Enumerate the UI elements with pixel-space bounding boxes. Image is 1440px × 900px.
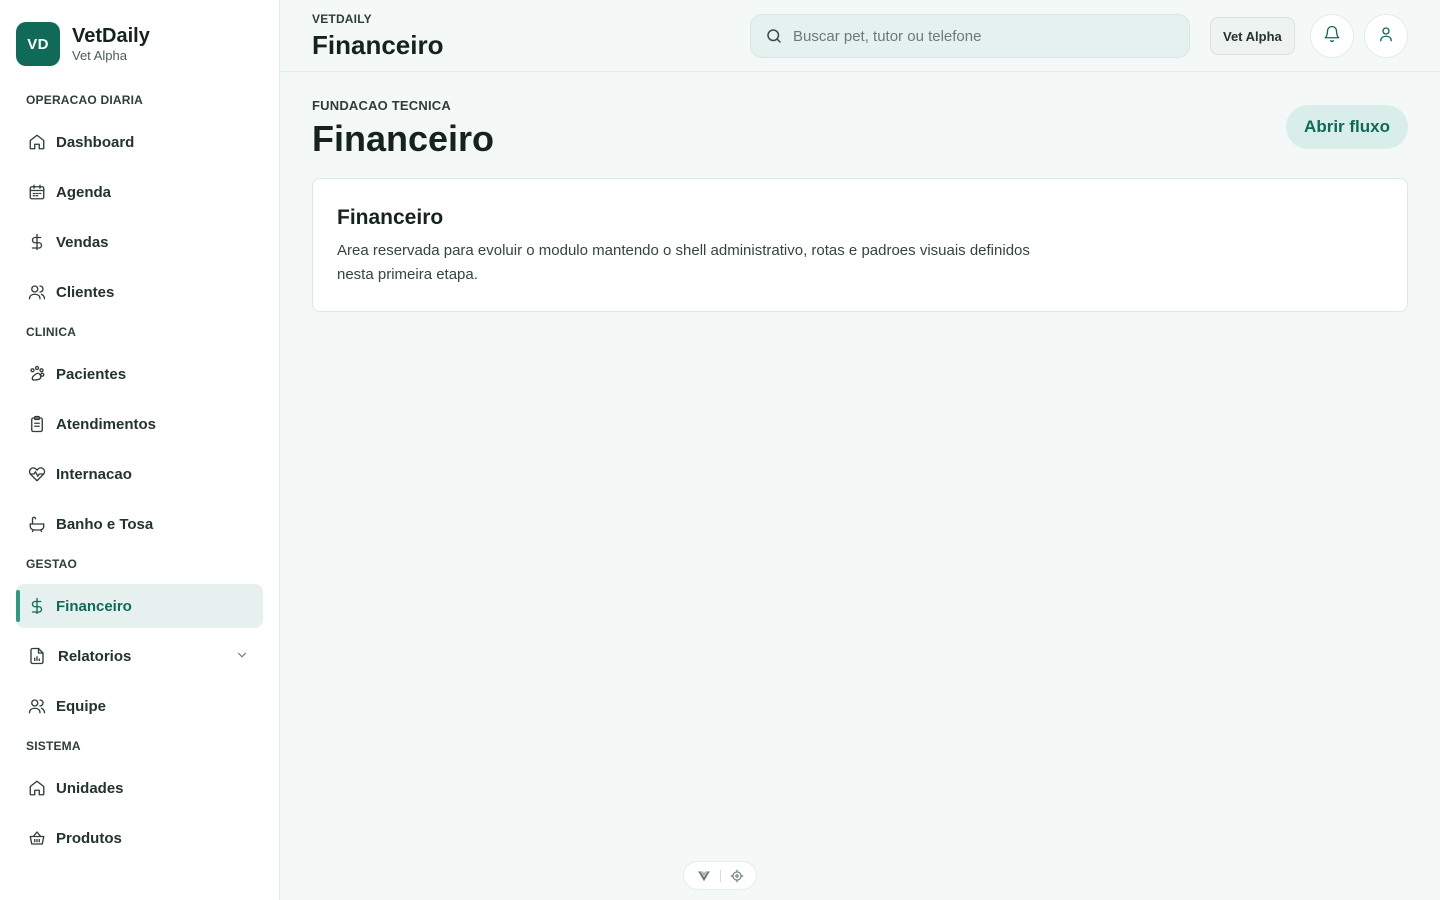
- sidebar-item-banho-e-tosa[interactable]: Banho e Tosa: [16, 502, 263, 546]
- sidebar-item-relatorios[interactable]: Relatorios: [16, 634, 263, 678]
- sidebar-item-internacao[interactable]: Internacao: [16, 452, 263, 496]
- notifications-button[interactable]: [1310, 14, 1354, 58]
- sidebar-item-financeiro[interactable]: Financeiro: [16, 584, 263, 628]
- sidebar-item-dashboard[interactable]: Dashboard: [16, 120, 263, 164]
- paw-icon: [28, 365, 46, 383]
- sidebar-item-label: Pacientes: [56, 365, 127, 383]
- sidebar-item-agenda[interactable]: Agenda: [16, 170, 263, 214]
- sidebar-item-label: Equipe: [56, 697, 107, 715]
- sidebar-nav: OPERACAO DIARIA Dashboard Agenda Vendas …: [16, 86, 263, 860]
- info-card: Financeiro Area reservada para evoluir o…: [312, 178, 1408, 312]
- sidebar-item-pacientes[interactable]: Pacientes: [16, 352, 263, 396]
- home-icon: [28, 133, 46, 151]
- nav-section-title: CLINICA: [26, 325, 77, 339]
- sidebar-item-equipe[interactable]: Equipe: [16, 684, 263, 728]
- calendar-icon: [28, 183, 46, 201]
- sidebar: VD VetDaily Vet Alpha OPERACAO DIARIA Da…: [0, 0, 280, 900]
- brand-subtitle: Vet Alpha: [72, 48, 127, 63]
- dollar-icon: [28, 597, 46, 615]
- page-title: Financeiro: [312, 118, 495, 159]
- clipboard-icon: [28, 415, 46, 433]
- card-title: Financeiro: [337, 206, 444, 229]
- vue-logo-icon[interactable]: [697, 869, 711, 883]
- search-input[interactable]: [793, 27, 1173, 45]
- sidebar-item-label: Internacao: [56, 465, 132, 483]
- sidebar-item-label: Relatorios: [58, 647, 132, 665]
- brand[interactable]: VD VetDaily Vet Alpha: [16, 22, 150, 66]
- profile-button[interactable]: [1364, 14, 1408, 58]
- sidebar-item-label: Financeiro: [56, 597, 132, 615]
- search-box[interactable]: [750, 14, 1190, 58]
- sidebar-item-label: Atendimentos: [56, 415, 157, 433]
- chevron-down-icon[interactable]: [235, 648, 249, 662]
- card-description: Area reservada para evoluir o modulo man…: [337, 242, 1030, 283]
- sidebar-item-label: Unidades: [56, 779, 124, 797]
- divider: [719, 869, 721, 882]
- sidebar-item-produtos[interactable]: Produtos: [16, 816, 263, 860]
- user-icon: [1377, 25, 1395, 48]
- search-icon: [765, 27, 783, 45]
- nav-section-title: SISTEMA: [26, 739, 81, 753]
- topbar: VETDAILY Financeiro Vet Alpha: [280, 0, 1440, 72]
- users-icon: [28, 283, 46, 301]
- open-flow-button[interactable]: Abrir fluxo: [1286, 105, 1408, 149]
- sidebar-item-label: Agenda: [56, 183, 112, 201]
- sidebar-item-unidades[interactable]: Unidades: [16, 766, 263, 810]
- breadcrumb: VETDAILY: [312, 12, 372, 26]
- home-icon: [28, 779, 46, 797]
- target-icon[interactable]: [730, 869, 744, 883]
- basket-icon: [28, 829, 46, 847]
- dollar-icon: [28, 233, 46, 251]
- report-icon: [28, 647, 46, 665]
- heart-pulse-icon: [28, 465, 46, 483]
- users-icon: [28, 697, 46, 715]
- sidebar-item-label: Banho e Tosa: [56, 515, 154, 533]
- brand-logo: VD: [16, 22, 60, 66]
- sidebar-item-vendas[interactable]: Vendas: [16, 220, 263, 264]
- sidebar-item-label: Clientes: [56, 283, 115, 301]
- sidebar-item-label: Dashboard: [56, 133, 135, 151]
- sidebar-item-label: Vendas: [56, 233, 109, 251]
- section-label: FUNDACAO TECNICA: [312, 98, 451, 113]
- nav-section-title: OPERACAO DIARIA: [26, 93, 144, 107]
- sidebar-item-clientes[interactable]: Clientes: [16, 270, 263, 314]
- brand-name: VetDaily: [72, 25, 150, 47]
- header-title: Financeiro: [312, 30, 444, 60]
- unit-selector[interactable]: Vet Alpha: [1210, 17, 1295, 55]
- nav-section-title: GESTAO: [26, 557, 77, 571]
- sidebar-item-label: Produtos: [56, 829, 122, 847]
- bath-icon: [28, 515, 46, 533]
- devtools-toggle[interactable]: [683, 861, 757, 890]
- sidebar-item-atendimentos[interactable]: Atendimentos: [16, 402, 263, 446]
- bell-icon: [1323, 25, 1341, 48]
